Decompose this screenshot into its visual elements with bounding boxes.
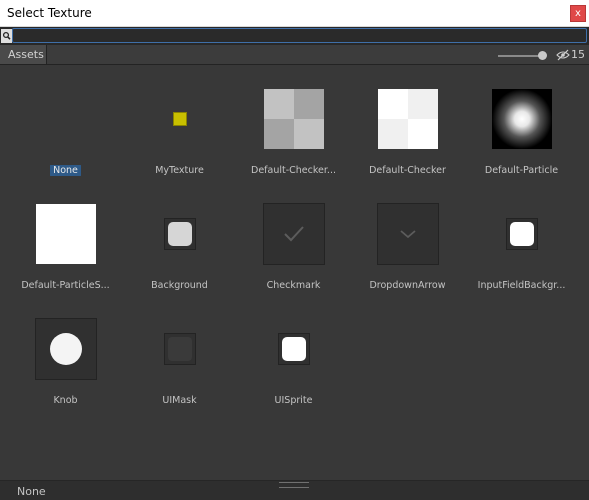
asset-label: Default-ParticleS... bbox=[21, 280, 110, 291]
asset-label: Default-Checker... bbox=[251, 165, 336, 176]
white-checker-texture bbox=[377, 88, 439, 150]
asset-label: MyTexture bbox=[155, 165, 204, 176]
tab-assets[interactable]: Assets bbox=[0, 45, 47, 64]
dark-mask-sprite bbox=[149, 318, 211, 380]
white-square-texture bbox=[35, 203, 97, 265]
checkmark-icon bbox=[263, 203, 325, 265]
asset-item-default-particle-system[interactable]: Default-ParticleS... bbox=[8, 180, 123, 291]
search-bar bbox=[0, 27, 589, 45]
asset-item-background[interactable]: Background bbox=[122, 180, 237, 291]
rounded-square-sprite bbox=[149, 203, 211, 265]
search-icon[interactable] bbox=[1, 29, 12, 43]
asset-item-none[interactable]: None bbox=[8, 65, 123, 176]
selection-status: None bbox=[17, 485, 46, 498]
asset-item-default-checker-gray[interactable]: Default-Checker... bbox=[236, 65, 351, 176]
asset-item-knob[interactable]: Knob bbox=[8, 295, 123, 406]
radial-particle-texture bbox=[491, 88, 553, 150]
asset-item-checkmark[interactable]: Checkmark bbox=[236, 180, 351, 291]
asset-item-default-particle[interactable]: Default-Particle bbox=[464, 65, 579, 176]
asset-label: None bbox=[8, 165, 123, 176]
rounded-square-sprite-white bbox=[491, 203, 553, 265]
hidden-eye-icon[interactable] bbox=[556, 49, 570, 61]
close-button[interactable]: x bbox=[570, 5, 586, 22]
search-input[interactable] bbox=[12, 28, 587, 43]
asset-label: Default-Checker bbox=[369, 165, 446, 176]
dropdown-arrow-icon bbox=[377, 203, 439, 265]
window-title: Select Texture bbox=[7, 6, 92, 20]
asset-label: UISprite bbox=[274, 395, 313, 406]
asset-item-uimask[interactable]: UIMask bbox=[122, 295, 237, 406]
yellow-square-icon bbox=[149, 88, 211, 150]
asset-label: UIMask bbox=[162, 395, 197, 406]
asset-label: Checkmark bbox=[266, 280, 321, 291]
rounded-square-sprite-white bbox=[263, 318, 325, 380]
zoom-slider-thumb[interactable] bbox=[538, 51, 547, 60]
asset-item-dropdown-arrow[interactable]: DropdownArrow bbox=[350, 180, 465, 291]
status-bar: None bbox=[0, 480, 589, 500]
asset-item-uisprite[interactable]: UISprite bbox=[236, 295, 351, 406]
asset-label: Knob bbox=[53, 395, 78, 406]
asset-label: DropdownArrow bbox=[369, 280, 446, 291]
hidden-count: 15 bbox=[571, 48, 585, 61]
asset-toolbar: Assets 15 bbox=[0, 45, 589, 65]
asset-item-default-checker[interactable]: Default-Checker bbox=[350, 65, 465, 176]
resize-handle[interactable] bbox=[279, 482, 309, 488]
asset-label: InputFieldBackgr... bbox=[477, 280, 566, 291]
asset-label: Background bbox=[151, 280, 208, 291]
window-titlebar: Select Texture x bbox=[0, 0, 589, 27]
gray-checker-texture bbox=[263, 88, 325, 150]
asset-item-inputfield-background[interactable]: InputFieldBackgr... bbox=[464, 180, 579, 291]
asset-label: Default-Particle bbox=[484, 165, 559, 176]
asset-item-mytexture[interactable]: MyTexture bbox=[122, 65, 237, 176]
circle-knob-texture bbox=[35, 318, 97, 380]
asset-grid: None MyTexture Default-Checker... Defaul… bbox=[0, 65, 589, 480]
